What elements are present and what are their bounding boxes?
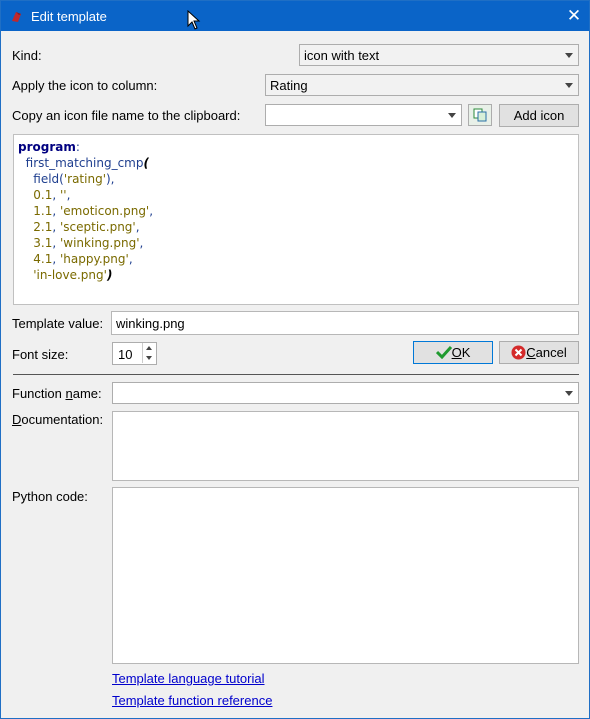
add-icon-button[interactable]: Add icon — [499, 104, 579, 127]
clipboard-copy-icon — [473, 108, 487, 122]
icon-file-select[interactable] — [265, 104, 462, 126]
code-token: 3.1 — [18, 236, 53, 250]
chevron-down-icon — [565, 53, 573, 58]
code-token: , — [149, 204, 154, 218]
code-token: 'sceptic.png' — [59, 220, 136, 234]
code-token: '' — [59, 188, 67, 202]
code-line: program: — [18, 139, 578, 155]
code-token: ) — [106, 268, 113, 282]
code-token: , — [52, 204, 60, 218]
code-line: 0.1, '', — [18, 187, 578, 203]
template-code-editor[interactable]: program: first_matching_cmp( field('rati… — [13, 134, 579, 305]
code-line: 1.1, 'emoticon.png', — [18, 203, 578, 219]
documentation-label: Documentation: — [12, 412, 103, 427]
code-token: , — [128, 252, 133, 266]
code-token: , — [52, 252, 60, 266]
apply-column-label: Apply the icon to column: — [12, 78, 158, 93]
code-line: 4.1, 'happy.png', — [18, 251, 578, 267]
template-tutorial-link[interactable]: Template language tutorial — [112, 671, 265, 686]
code-token: 'winking.png' — [59, 236, 140, 250]
title-bar[interactable]: Edit template ✕ — [1, 1, 589, 31]
font-size-value: 10 — [118, 347, 133, 362]
code-token: , — [52, 220, 60, 234]
code-line: 3.1, 'winking.png', — [18, 235, 578, 251]
code-token: program — [18, 140, 76, 154]
code-line: 'in-love.png') — [18, 267, 578, 283]
spin-up-icon[interactable] — [142, 343, 156, 353]
function-name-select[interactable] — [112, 382, 579, 404]
chevron-down-icon — [565, 391, 573, 396]
ok-button[interactable]: OK — [413, 341, 493, 364]
template-reference-link[interactable]: Template function reference — [112, 693, 272, 708]
font-size-spinner[interactable]: 10 — [112, 342, 157, 365]
documentation-label-accel: D — [12, 412, 22, 427]
close-icon[interactable]: ✕ — [559, 1, 589, 31]
code-line: first_matching_cmp( — [18, 155, 578, 171]
app-icon — [12, 12, 21, 22]
cancel-rest: ancel — [535, 345, 567, 360]
copy-to-clipboard-button[interactable] — [468, 104, 492, 126]
code-line: field('rating'), — [18, 171, 578, 187]
template-value-label: Template value: — [12, 316, 104, 331]
code-token: , — [66, 188, 71, 202]
kind-value: icon with text — [304, 48, 380, 63]
window-title: Edit template — [31, 9, 107, 24]
mouse-cursor-icon — [187, 10, 201, 30]
code-token: field — [18, 172, 60, 186]
code-token: first_matching_cmp — [18, 156, 144, 170]
code-token: , — [139, 236, 144, 250]
cancel-accel: C — [526, 345, 536, 360]
code-token: 1.1 — [18, 204, 53, 218]
edit-template-dialog: Edit template ✕ Kind: icon with text App… — [0, 0, 590, 719]
code-token: , — [135, 220, 140, 234]
chevron-down-icon — [565, 83, 573, 88]
code-token: 4.1 — [18, 252, 53, 266]
code-line: 2.1, 'sceptic.png', — [18, 219, 578, 235]
cancel-button[interactable]: Cancel — [499, 341, 579, 364]
font-size-label: Font size: — [12, 347, 69, 362]
code-token: : — [75, 140, 80, 154]
spin-down-icon[interactable] — [142, 353, 156, 363]
apply-column-value: Rating — [270, 78, 308, 93]
code-token: ), — [106, 172, 115, 186]
code-token: 0.1 — [18, 188, 53, 202]
function-name-label-post: ame: — [72, 386, 102, 401]
cancel-icon — [511, 345, 526, 360]
template-value-text: winking.png — [116, 316, 185, 331]
python-code-label: Python code: — [12, 489, 88, 504]
ok-rest: K — [461, 345, 471, 360]
copy-icon-label: Copy an icon file name to the clipboard: — [12, 108, 241, 123]
template-value-field[interactable]: winking.png — [111, 311, 579, 335]
function-name-label-accel: n — [65, 386, 73, 401]
code-token: 'rating' — [63, 172, 106, 186]
chevron-down-icon — [448, 113, 456, 118]
documentation-label-post: ocumentation: — [21, 412, 104, 427]
code-token: 'happy.png' — [59, 252, 129, 266]
divider — [13, 374, 579, 375]
function-name-label-pre: Function — [12, 386, 66, 401]
python-code-textarea[interactable] — [112, 487, 579, 664]
ok-accel: O — [451, 345, 462, 360]
code-token: 'emoticon.png' — [59, 204, 150, 218]
code-token: 2.1 — [18, 220, 53, 234]
code-token: ( — [143, 156, 149, 170]
checkmark-icon — [435, 345, 452, 360]
kind-label: Kind: — [12, 48, 42, 63]
code-token: , — [52, 188, 60, 202]
documentation-textarea[interactable] — [112, 411, 579, 481]
kind-select[interactable]: icon with text — [299, 44, 579, 66]
code-token: 'in-love.png' — [18, 268, 107, 282]
apply-column-select[interactable]: Rating — [265, 74, 579, 96]
function-name-label: Function name: — [12, 386, 102, 401]
code-token: , — [52, 236, 60, 250]
